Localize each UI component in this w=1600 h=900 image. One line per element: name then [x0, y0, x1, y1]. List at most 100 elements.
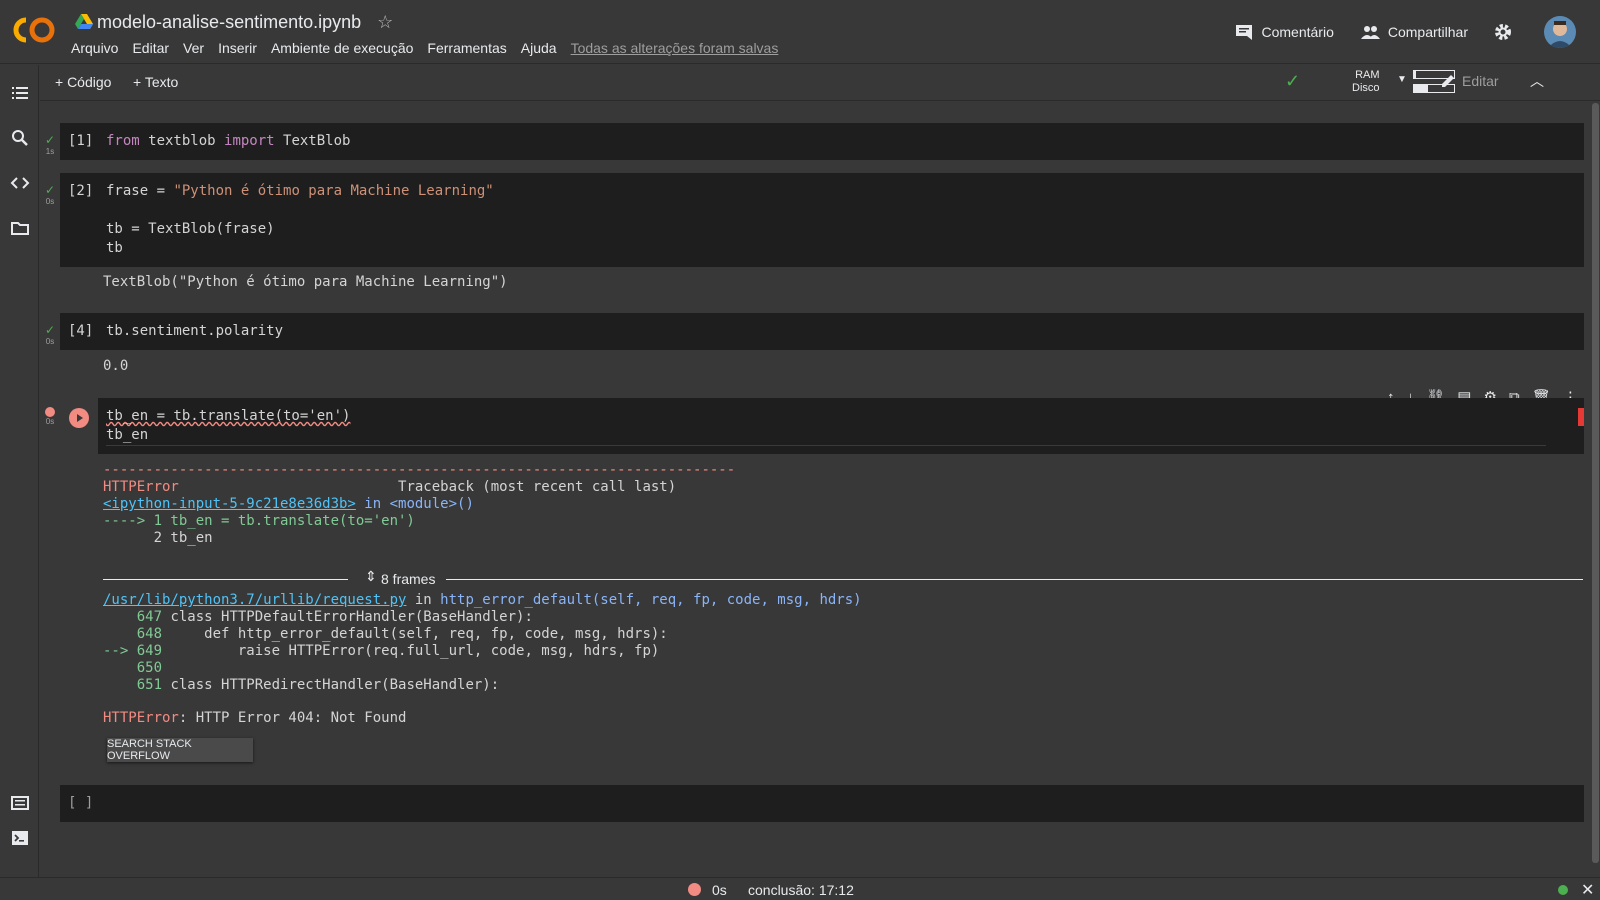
comment-label: Comentário: [1261, 24, 1334, 40]
traceback-input-line: <ipython-input-5-9c21e8e36d3b> in <modul…: [103, 496, 474, 513]
menu-bar: Arquivo Editar Ver Inserir Ambiente de e…: [71, 40, 792, 56]
cell-5-code-line-1: tb_en = tb.translate(to='en'): [106, 408, 351, 424]
cell-5-time: 0s: [45, 417, 55, 426]
close-icon[interactable]: ✕: [1581, 880, 1594, 900]
code-cell-1[interactable]: [1] from textblob import TextBlob: [60, 123, 1584, 160]
notebook-toolbar: + Código + Texto ✓ RAM Disco ▼ Editar ︿: [40, 65, 1600, 101]
traceback-separator: ----------------------------------------…: [103, 462, 736, 478]
cell-5-status: 0s: [44, 407, 56, 426]
frames-expander[interactable]: ⇕ 8 frames: [103, 568, 1583, 587]
source-line-649: --> 649 raise HTTPError(req.full_url, co…: [103, 643, 660, 659]
add-code-button[interactable]: + Código: [55, 74, 111, 90]
table-of-contents-icon[interactable]: [10, 83, 30, 103]
code-cell-4[interactable]: [4] tb.sentiment.polarity: [60, 313, 1584, 350]
cell-2-label: [2]: [68, 183, 94, 199]
menu-editar[interactable]: Editar: [132, 40, 169, 56]
edit-label: Editar: [1462, 73, 1499, 89]
settings-button[interactable]: [1494, 23, 1520, 41]
code-cell-5[interactable]: tb_en = tb.translate(to='en') tb_en: [60, 398, 1584, 454]
gear-icon: [1495, 24, 1511, 40]
notebook-area: ✓ 1s [1] from textblob import TextBlob ✓ 0…: [40, 101, 1590, 877]
resource-monitor[interactable]: RAM Disco: [1352, 69, 1380, 95]
source-line-647: 647 class HTTPDefaultErrorHandler(BaseHa…: [103, 609, 533, 625]
cell-2-code[interactable]: frase = "Python é ótimo para Machine Lea…: [106, 182, 494, 258]
cell-2-output: TextBlob("Python é ótimo para Machine Le…: [103, 274, 508, 290]
cell-5-code-line-2: tb_en: [106, 427, 149, 443]
drive-icon: [75, 14, 93, 29]
cell-2-status: ✓ 0s: [44, 183, 56, 206]
traceback-title: Traceback (most recent call last): [398, 479, 677, 495]
cell-4-output: 0.0: [103, 358, 129, 374]
command-palette-icon[interactable]: [10, 793, 30, 813]
menu-inserir[interactable]: Inserir: [218, 40, 257, 56]
star-icon[interactable]: ☆: [377, 12, 393, 33]
empty-cell-label: [ ]: [68, 795, 94, 811]
cell-1-time: 1s: [45, 147, 55, 156]
folder-icon[interactable]: [10, 218, 30, 238]
traceback-line-2: 2 tb_en: [103, 530, 213, 546]
ipython-input-link[interactable]: <ipython-input-5-9c21e8e36d3b>: [103, 496, 356, 512]
play-icon: [77, 414, 83, 422]
cell-4-status: ✓ 0s: [44, 323, 56, 346]
source-line-648: 648 def http_error_default(self, req, fp…: [103, 626, 668, 642]
source-line-651: 651 class HTTPRedirectHandler(BaseHandle…: [103, 677, 500, 693]
add-text-button[interactable]: + Texto: [133, 74, 178, 90]
error-marker: [1578, 408, 1584, 426]
runtime-dropdown-icon[interactable]: ▼: [1397, 74, 1407, 85]
cell-2-time: 0s: [45, 197, 55, 206]
colab-logo[interactable]: [12, 14, 58, 46]
function-signature: http_error_default(self, req, fp, code, …: [440, 592, 862, 608]
request-py-link[interactable]: /usr/lib/python3.7/urllib/request.py: [103, 592, 406, 608]
final-error-line: HTTPError: HTTP Error 404: Not Found: [103, 710, 406, 727]
source-line-650: 650: [103, 660, 163, 676]
scrollbar[interactable]: [1590, 101, 1600, 877]
check-icon: ✓: [44, 323, 56, 337]
menu-ferramentas[interactable]: Ferramentas: [427, 40, 506, 56]
final-error-message: : HTTP Error 404: Not Found: [178, 710, 407, 726]
frames-count: 8 frames: [381, 571, 436, 587]
menu-arquivo[interactable]: Arquivo: [71, 40, 118, 56]
code-cell-2[interactable]: [2] frase = "Python é ótimo para Machine…: [60, 173, 1584, 267]
search-stack-overflow-button[interactable]: SEARCH STACK OVERFLOW: [107, 738, 253, 762]
final-error-type: HTTPError: [103, 710, 179, 726]
empty-code-cell[interactable]: [ ]: [60, 785, 1584, 822]
avatar[interactable]: [1544, 16, 1576, 48]
comment-button[interactable]: Comentário: [1235, 24, 1334, 40]
status-bar: 0s conclusão: 17:12 ✕: [0, 877, 1600, 900]
menu-ambiente[interactable]: Ambiente de execução: [271, 40, 413, 56]
menu-ver[interactable]: Ver: [183, 40, 204, 56]
traceback-file-line: /usr/lib/python3.7/urllib/request.py in …: [103, 592, 862, 609]
expand-icon: ⇕: [365, 568, 377, 584]
edit-button[interactable]: Editar: [1440, 73, 1499, 89]
share-button[interactable]: Compartilhar: [1360, 24, 1468, 40]
cell-1-status: ✓ 1s: [44, 133, 56, 156]
disk-label: Disco: [1352, 82, 1380, 94]
share-label: Compartilhar: [1387, 24, 1468, 40]
pencil-icon: [1442, 75, 1454, 87]
notebook-title[interactable]: modelo-analise-sentimento.ipynb: [97, 12, 361, 33]
cell-4-label: [4]: [68, 323, 94, 339]
top-bar: modelo-analise-sentimento.ipynb ☆ Arquiv…: [0, 0, 1600, 64]
saved-status-link[interactable]: Todas as alterações foram salvas: [571, 40, 779, 56]
check-icon: ✓: [44, 133, 56, 147]
error-status-icon: [688, 883, 701, 896]
traceback-header: HTTPError Traceback (most recent call la…: [103, 479, 676, 496]
menu-ajuda[interactable]: Ajuda: [521, 40, 557, 56]
exec-duration: 0s: [712, 882, 727, 898]
people-icon: [1360, 26, 1380, 39]
cell-4-time: 0s: [45, 337, 55, 346]
code-snippets-icon[interactable]: [10, 173, 30, 193]
completion-time: conclusão: 17:12: [748, 882, 854, 898]
search-icon[interactable]: [10, 128, 30, 148]
run-button[interactable]: [69, 408, 89, 428]
collapse-header-icon[interactable]: ︿: [1530, 71, 1544, 91]
cell-4-code[interactable]: tb.sentiment.polarity: [106, 322, 283, 341]
cell-5-code[interactable]: tb_en = tb.translate(to='en') tb_en: [106, 407, 1546, 446]
error-type: HTTPError: [103, 479, 179, 495]
check-icon: ✓: [44, 183, 56, 197]
traceback-arrow-line: ----> 1 tb_en = tb.translate(to='en'): [103, 513, 415, 529]
cell-1-code[interactable]: from textblob import TextBlob: [106, 132, 350, 151]
in-text: in: [406, 592, 441, 608]
terminal-icon[interactable]: [10, 828, 30, 848]
connected-check-icon: ✓: [1285, 71, 1301, 91]
